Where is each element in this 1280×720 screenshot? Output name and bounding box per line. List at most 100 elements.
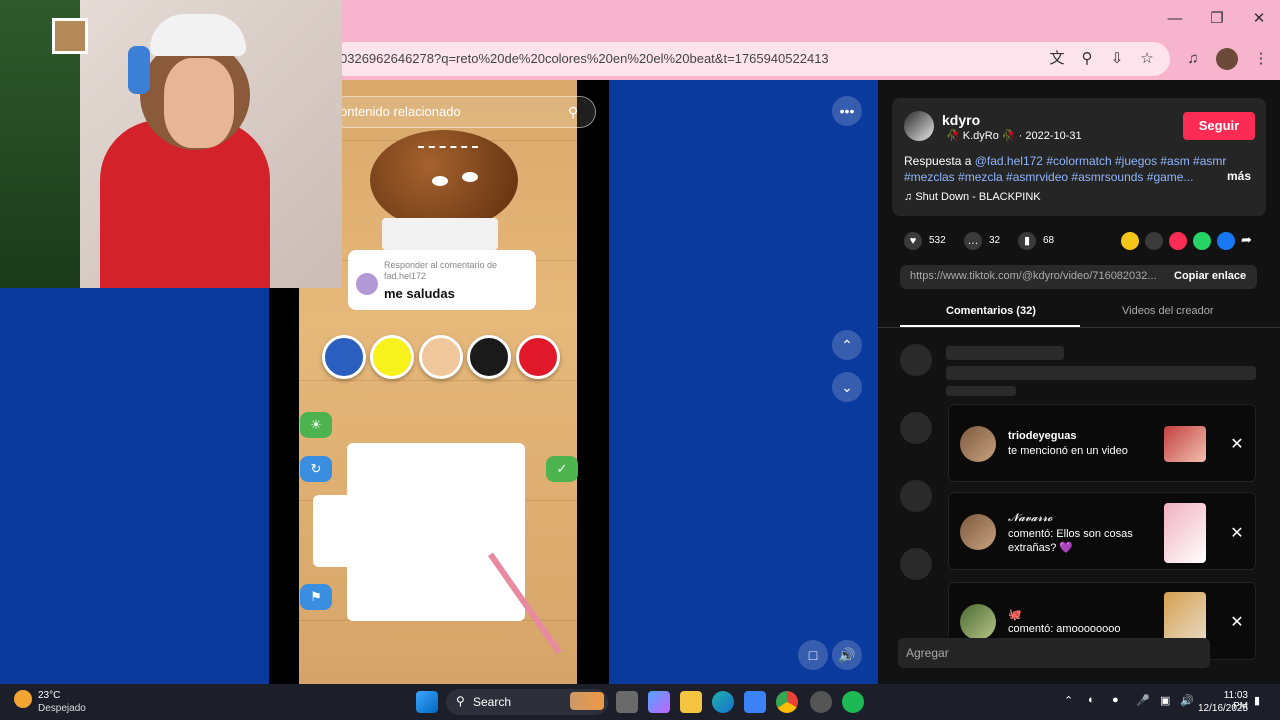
obs-icon[interactable]: [810, 691, 832, 713]
notification-text: comentó: Ellos son cosas extrañas? 💜: [1008, 528, 1133, 554]
network-icon[interactable]: ▣: [1160, 694, 1170, 707]
skeleton-avatar: [900, 480, 932, 512]
tab-comments[interactable]: Comentarios (32): [946, 305, 1036, 317]
ball-stand: [382, 218, 498, 250]
store-icon[interactable]: [744, 691, 766, 713]
weather-desc: Despejado: [38, 703, 86, 714]
chrome-icon[interactable]: [776, 691, 798, 713]
notification-text: comentó: amoooooooo: [1008, 623, 1121, 635]
blue-swatch: [322, 335, 366, 379]
pip-icon[interactable]: □: [798, 640, 828, 670]
like-icon[interactable]: ♥: [904, 232, 922, 250]
menu-icon[interactable]: ⋮: [1250, 48, 1272, 70]
ball-laces: [418, 146, 478, 152]
commenter-avatar: [356, 273, 378, 295]
microphone-icon[interactable]: 🎤: [1136, 694, 1150, 707]
notification-thumbnail: [1164, 426, 1206, 462]
comment-icon[interactable]: …: [964, 232, 982, 250]
task-view-icon[interactable]: [616, 691, 638, 713]
close-icon[interactable]: ✕: [1228, 523, 1246, 543]
clock-date[interactable]: 12/16/2025: [1198, 703, 1248, 714]
embed-icon[interactable]: [1145, 232, 1163, 250]
caption-mention[interactable]: @fad.hel172: [975, 154, 1043, 168]
repost-icon[interactable]: [1121, 232, 1139, 250]
check-icon: ✓: [546, 456, 578, 482]
caption-prefix: Respuesta a: [904, 154, 972, 168]
notification-avatar: [960, 604, 996, 640]
restart-icon: ↻: [300, 456, 332, 482]
facebook-icon[interactable]: [1217, 232, 1235, 250]
tray-chevron-icon[interactable]: ⌃: [1064, 694, 1073, 707]
edge-icon[interactable]: [712, 691, 734, 713]
like-count: 532: [929, 235, 946, 246]
close-icon[interactable]: ✕: [1248, 8, 1270, 30]
url-text[interactable]: 0326962646278?q=reto%20de%20colores%20en…: [340, 51, 829, 66]
copy-link-button[interactable]: Copiar enlace: [1174, 270, 1246, 282]
music-row[interactable]: ♫ Shut Down - BLACKPINK: [904, 191, 1041, 203]
notification-name: 🐙: [1008, 609, 1022, 621]
search-icon[interactable]: ⚲: [568, 104, 578, 121]
copilot-icon[interactable]: [648, 691, 670, 713]
restore-icon[interactable]: ❐: [1206, 8, 1228, 30]
notification-name: 𝓝𝓪𝓿𝓪𝓻𝓻𝓸: [1008, 512, 1053, 524]
bookmark-icon[interactable]: ▮: [1018, 232, 1036, 250]
hint-icon: ☀: [300, 412, 332, 438]
bookmark-star-icon[interactable]: ☆: [1136, 48, 1158, 70]
creator-username[interactable]: kdyro: [942, 112, 980, 128]
post-link[interactable]: https://www.tiktok.com/@kdyro/video/7160…: [910, 270, 1157, 282]
whatsapp-icon[interactable]: [1193, 232, 1211, 250]
next-video-icon[interactable]: ⌄: [832, 372, 862, 402]
volume-icon[interactable]: 🔊: [832, 640, 862, 670]
webcam-overlay: [0, 0, 342, 288]
weather-temp[interactable]: 23°C: [38, 690, 60, 701]
skeleton-avatar: [900, 548, 932, 580]
post-date: 2022-10-31: [1025, 130, 1082, 142]
close-icon[interactable]: ✕: [1228, 434, 1246, 454]
install-app-icon[interactable]: ⇩: [1106, 48, 1128, 70]
tab-creator-videos[interactable]: Videos del creador: [1122, 305, 1214, 317]
skeleton-avatar: [900, 344, 932, 376]
headphone-left: [128, 46, 150, 94]
taskbar-search-label: Search: [473, 695, 512, 709]
flag-icon: ⚑: [300, 584, 332, 610]
tab-divider: [878, 327, 1280, 328]
minimize-icon[interactable]: —: [1164, 8, 1186, 30]
caption-tags[interactable]: #colormatch #juegos #asm #asmr: [1046, 154, 1226, 168]
weather-moon-icon[interactable]: [14, 690, 32, 708]
search-highlight-icon: [570, 692, 604, 710]
volume-icon[interactable]: 🔊: [1180, 694, 1194, 707]
notification-text: te mencionó en un video: [1008, 445, 1128, 457]
notification-bell-icon[interactable]: ▮: [1254, 694, 1260, 707]
ball-eye-right: [462, 172, 478, 182]
tray-app-icon[interactable]: ●: [1112, 694, 1119, 706]
file-explorer-icon[interactable]: [680, 691, 702, 713]
streamer-face: [164, 58, 234, 148]
music-title: Shut Down - BLACKPINK: [915, 191, 1041, 203]
music-note-icon: ♫: [904, 191, 913, 203]
ball-eye-left: [432, 176, 448, 186]
comment-input-placeholder: Agregar: [906, 646, 949, 660]
comment-count: 32: [989, 235, 1001, 246]
paint-canvas: [347, 443, 525, 621]
previous-video-icon[interactable]: ⌃: [832, 330, 862, 360]
notification-avatar: [960, 426, 996, 462]
media-control-icon[interactable]: ♫: [1182, 48, 1204, 70]
caption-tags-more[interactable]: #mezclas #mezcla #asmrvideo #asmrsounds …: [904, 170, 1193, 184]
send-icon[interactable]: [1169, 232, 1187, 250]
red-swatch: [516, 335, 560, 379]
close-icon[interactable]: ✕: [1228, 612, 1246, 632]
more-link[interactable]: más: [1227, 169, 1251, 183]
zoom-icon[interactable]: ⚲: [1076, 48, 1098, 70]
follow-button[interactable]: Seguir: [1183, 112, 1255, 140]
reply-label: Responder al comentario de fad.hel172: [384, 260, 498, 281]
translate-icon[interactable]: 文: [1046, 48, 1068, 70]
spotify-icon[interactable]: [842, 691, 864, 713]
tray-app-icon[interactable]: ◐: [1088, 694, 1095, 706]
creator-avatar[interactable]: [904, 111, 934, 141]
skeleton-line: [946, 346, 1064, 360]
windows-start-icon[interactable]: [416, 691, 438, 713]
notification-avatar: [960, 514, 996, 550]
more-options-icon[interactable]: •••: [832, 96, 862, 126]
share-icon[interactable]: ➦: [1241, 232, 1252, 248]
profile-avatar[interactable]: [1216, 48, 1238, 70]
